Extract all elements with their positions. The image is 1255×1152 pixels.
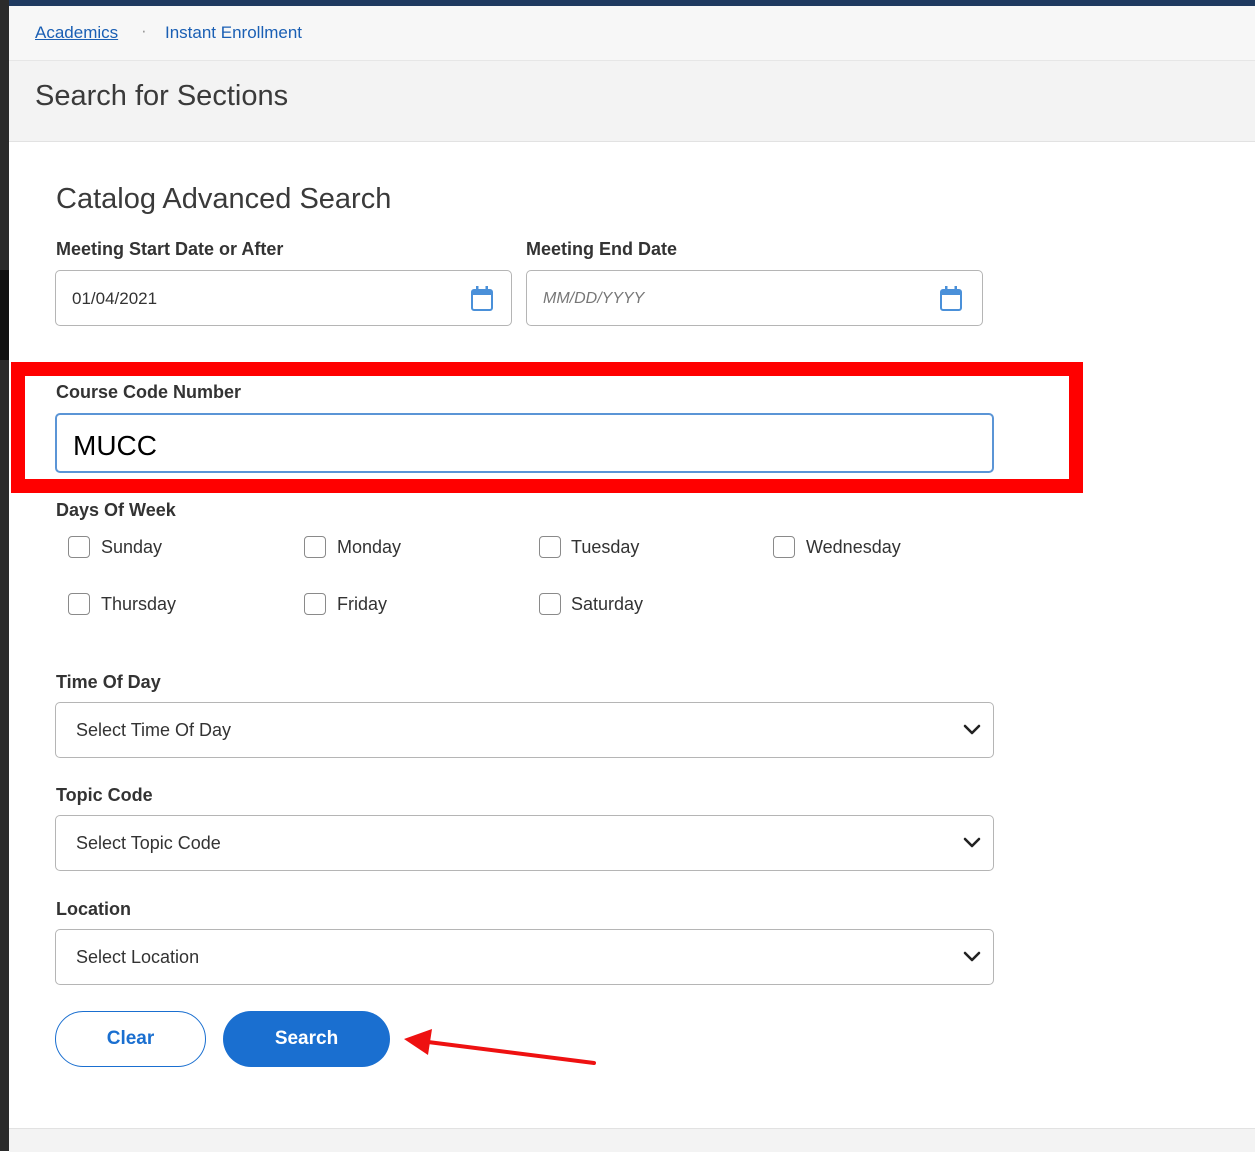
page-header: Search for Sections — [9, 61, 1255, 142]
calendar-icon[interactable] — [470, 284, 494, 312]
start-date-value: 01/04/2021 — [72, 289, 158, 308]
breadcrumb: Academics · Instant Enrollment — [9, 6, 1255, 61]
start-date-input[interactable]: 01/04/2021 — [55, 270, 512, 326]
friday-label: Friday — [337, 594, 388, 614]
breadcrumb-current[interactable]: Instant Enrollment — [165, 23, 302, 43]
location-selected: Select Location — [76, 947, 200, 967]
thursday-label: Thursday — [101, 594, 177, 614]
end-date-label: Meeting End Date — [526, 239, 678, 259]
location-label: Location — [56, 899, 131, 919]
monday-label: Monday — [337, 537, 402, 557]
topic-code-select[interactable]: Select Topic Code — [55, 815, 994, 871]
clear-button[interactable]: Clear — [55, 1011, 206, 1067]
sunday-label: Sunday — [101, 537, 163, 557]
chevron-down-icon — [963, 951, 981, 962]
window-left-border — [0, 0, 9, 1151]
location-select[interactable]: Select Location — [55, 929, 994, 985]
topic-code-selected: Select Topic Code — [76, 833, 221, 853]
wednesday-checkbox[interactable] — [773, 536, 795, 558]
monday-checkbox[interactable] — [304, 536, 326, 558]
calendar-icon[interactable] — [939, 284, 963, 312]
chevron-down-icon — [963, 837, 981, 848]
end-date-input[interactable]: MM/DD/YYYY — [526, 270, 983, 326]
breadcrumb-separator: · — [141, 21, 147, 40]
sunday-checkbox[interactable] — [68, 536, 90, 558]
saturday-label: Saturday — [571, 594, 644, 614]
chevron-down-icon — [963, 724, 981, 735]
start-date-label: Meeting Start Date or After — [56, 239, 284, 259]
tuesday-checkbox[interactable] — [539, 536, 561, 558]
search-button[interactable]: Search — [223, 1011, 390, 1067]
tuesday-label: Tuesday — [571, 537, 640, 557]
saturday-checkbox[interactable] — [539, 593, 561, 615]
wednesday-label: Wednesday — [806, 537, 901, 557]
page-footer — [9, 1128, 1255, 1152]
course-code-label: Course Code Number — [56, 382, 242, 402]
section-heading: Catalog Advanced Search — [56, 183, 392, 215]
friday-checkbox[interactable] — [304, 593, 326, 615]
end-date-placeholder: MM/DD/YYYY — [543, 290, 645, 307]
topic-code-label: Topic Code — [56, 785, 153, 805]
thursday-checkbox[interactable] — [68, 593, 90, 615]
page-title: Search for Sections — [35, 80, 289, 112]
days-of-week-label: Days Of Week — [56, 500, 176, 520]
course-code-value: MUCC — [73, 430, 157, 461]
time-of-day-selected: Select Time Of Day — [76, 720, 232, 740]
time-of-day-select[interactable]: Select Time Of Day — [55, 702, 994, 758]
breadcrumb-academics-link[interactable]: Academics — [35, 23, 118, 43]
window-left-border-segment — [0, 270, 9, 360]
time-of-day-label: Time Of Day — [56, 672, 161, 692]
course-code-input[interactable]: MUCC — [55, 413, 994, 473]
